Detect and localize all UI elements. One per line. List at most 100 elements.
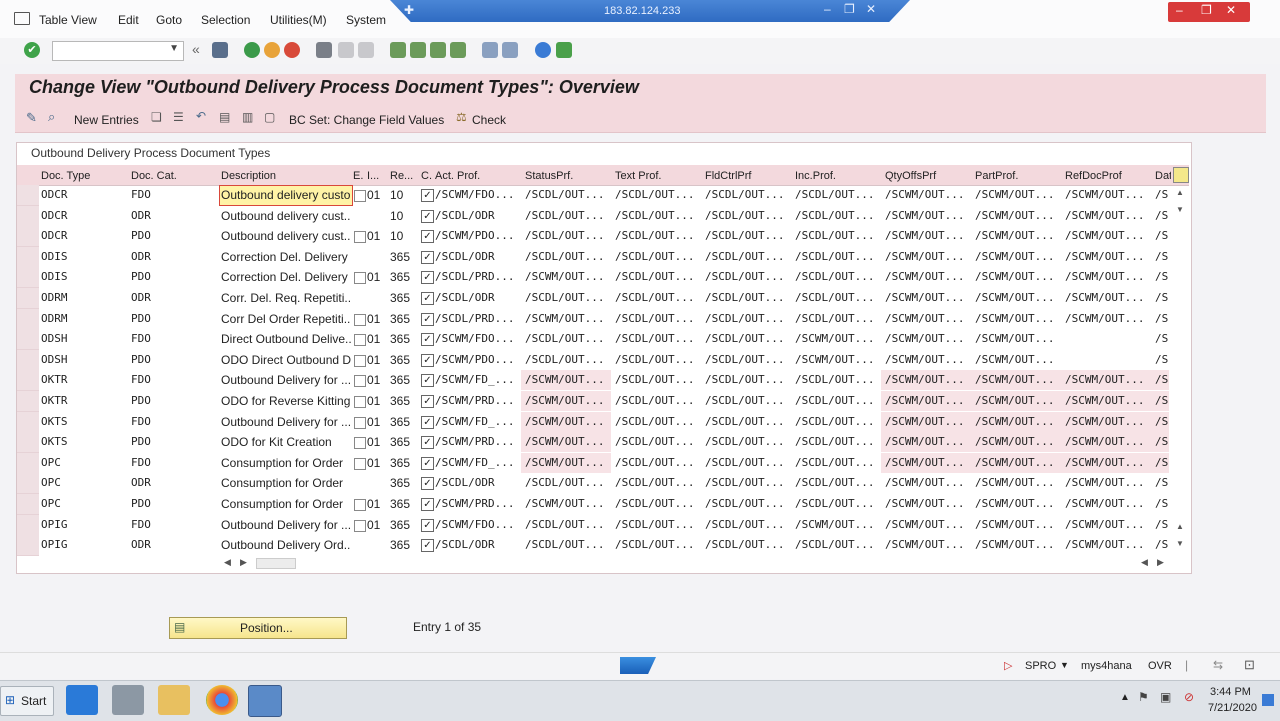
cell-doc-cat[interactable]: PDO bbox=[131, 435, 217, 448]
cell-inc-prof[interactable]: /SCDL/OUT... bbox=[795, 373, 881, 386]
cell-doc-type[interactable]: ODCR bbox=[41, 209, 127, 222]
cell-status-prf[interactable]: /SCWM/OUT... bbox=[525, 497, 611, 510]
scroll-up-icon[interactable]: ▲ bbox=[1176, 188, 1184, 197]
transaction-code[interactable]: SPRO bbox=[1025, 660, 1056, 672]
table-row[interactable]: ODSH PDO ODO Direct Outbound D... 01 365/SCW… bbox=[17, 349, 1172, 371]
column-header-doc-type[interactable]: Doc. Type bbox=[41, 170, 127, 182]
save-icon[interactable] bbox=[212, 42, 228, 58]
cell-text-prof[interactable]: /SCDL/OUT... bbox=[615, 394, 701, 407]
chevron-down-icon[interactable]: ▼ bbox=[169, 43, 179, 54]
powershell-icon[interactable] bbox=[66, 685, 98, 715]
row-selector[interactable] bbox=[17, 226, 39, 248]
cell-status-prf[interactable]: /SCWM/OUT... bbox=[525, 394, 611, 407]
scroll-page-up-icon[interactable]: ▲ bbox=[1176, 522, 1184, 531]
column-header-doc-cat[interactable]: Doc. Cat. bbox=[131, 170, 217, 182]
cell-act-prof[interactable]: /SCWM/PRD... bbox=[435, 394, 521, 407]
cell-fldctrl-prf[interactable]: /SCDL/OUT... bbox=[705, 518, 791, 531]
checkbox-c[interactable]: ✓ bbox=[421, 353, 434, 367]
cell-qtyoffs-prf[interactable]: /SCWM/OUT... bbox=[885, 476, 971, 489]
column-header-status-prf[interactable]: StatusPrf. bbox=[525, 170, 611, 182]
table-row[interactable]: ODSH FDO Direct Outbound Delive... 01 365/SC… bbox=[17, 329, 1172, 351]
window-minimize-icon[interactable]: – bbox=[1176, 3, 1183, 17]
cell-qtyoffs-prf[interactable]: /SCWM/OUT... bbox=[885, 415, 971, 428]
lock-icon[interactable]: ⊡ bbox=[1244, 657, 1255, 673]
cell-refdoc-prof[interactable]: /SCWM/OUT... bbox=[1065, 250, 1151, 263]
cell-refdoc-prof[interactable]: /SCWM/OUT... bbox=[1065, 188, 1151, 201]
cell-qtyoffs-prf[interactable]: /SCWM/OUT... bbox=[885, 229, 971, 242]
table-row[interactable]: OPC ODR Consumption for Order 365/SCDL/ODR /… bbox=[17, 473, 1172, 495]
cell-description[interactable]: Outbound Delivery for ... bbox=[221, 518, 351, 532]
checkbox-c[interactable]: ✓ bbox=[421, 374, 434, 388]
menu-utilities[interactable]: Utilities(M) bbox=[270, 13, 327, 27]
checkbox-c[interactable]: ✓ bbox=[421, 271, 434, 285]
checkbox-e[interactable] bbox=[354, 375, 366, 388]
cell-doc-type[interactable]: OPC bbox=[41, 476, 127, 489]
cell-qtyoffs-prf[interactable]: /SCWM/OUT... bbox=[885, 250, 971, 263]
cell-status-prf[interactable]: /SCDL/OUT... bbox=[525, 332, 611, 345]
cell-re[interactable]: 365 bbox=[390, 394, 418, 408]
checkbox-e[interactable] bbox=[354, 190, 366, 202]
cell-description[interactable]: Outbound Delivery Ord... bbox=[221, 538, 351, 552]
window-close-icon[interactable]: ✕ bbox=[1226, 3, 1236, 17]
cell-description[interactable]: Correction Del. Delivery bbox=[221, 250, 351, 264]
tray-expand-icon[interactable]: ▲ bbox=[1120, 692, 1130, 703]
cell-dat[interactable]: /S bbox=[1155, 188, 1171, 201]
row-selector[interactable] bbox=[17, 288, 39, 309]
cell-inc-prof[interactable]: /SCWM/OUT... bbox=[795, 353, 881, 366]
cell-refdoc-prof[interactable]: /SCWM/OUT... bbox=[1065, 209, 1151, 222]
cell-text-prof[interactable]: /SCDL/OUT... bbox=[615, 538, 701, 551]
find-icon[interactable] bbox=[338, 42, 354, 58]
cell-text-prof[interactable]: /SCDL/OUT... bbox=[615, 270, 701, 283]
cell-doc-cat[interactable]: PDO bbox=[131, 497, 217, 510]
cell-re[interactable]: 365 bbox=[390, 332, 418, 346]
cell-i[interactable]: 01 bbox=[367, 435, 387, 449]
cell-status-prf[interactable]: /SCDL/OUT... bbox=[525, 476, 611, 489]
flag-icon[interactable]: ⚑ bbox=[1138, 690, 1149, 704]
cell-description[interactable]: Direct Outbound Delive... bbox=[221, 332, 351, 346]
cell-fldctrl-prf[interactable]: /SCDL/OUT... bbox=[705, 332, 791, 345]
first-page-icon[interactable] bbox=[390, 42, 406, 58]
cell-doc-cat[interactable]: PDO bbox=[131, 312, 217, 325]
menu-edit[interactable]: Edit bbox=[118, 13, 139, 27]
cell-status-prf[interactable]: /SCDL/OUT... bbox=[525, 353, 611, 366]
cell-description[interactable]: Outbound delivery cust... bbox=[221, 229, 351, 243]
checkbox-c[interactable]: ✓ bbox=[421, 477, 434, 491]
cell-inc-prof[interactable]: /SCDL/OUT... bbox=[795, 394, 881, 407]
checkbox-c[interactable]: ✓ bbox=[421, 395, 434, 408]
back-icon[interactable] bbox=[244, 42, 260, 58]
cell-fldctrl-prf[interactable]: /SCDL/OUT... bbox=[705, 435, 791, 448]
cell-i[interactable]: 01 bbox=[367, 518, 387, 532]
cell-description[interactable]: ODO Direct Outbound D... bbox=[221, 353, 351, 367]
cell-part-prof[interactable]: /SCWM/OUT... bbox=[975, 518, 1061, 531]
cell-dat[interactable]: /S bbox=[1155, 291, 1171, 304]
cell-description[interactable]: Corr Del Order Repetiti... bbox=[221, 312, 351, 326]
cell-re[interactable]: 365 bbox=[390, 373, 418, 387]
cell-i[interactable]: 01 bbox=[367, 373, 387, 387]
cell-re[interactable]: 365 bbox=[390, 476, 418, 490]
cell-doc-type[interactable]: ODCR bbox=[41, 229, 127, 242]
cell-qtyoffs-prf[interactable]: /SCWM/OUT... bbox=[885, 538, 971, 551]
cell-part-prof[interactable]: /SCWM/OUT... bbox=[975, 476, 1061, 489]
checkbox-c[interactable]: ✓ bbox=[421, 312, 434, 326]
row-selector[interactable] bbox=[17, 411, 39, 433]
command-field[interactable]: ▼ bbox=[52, 41, 184, 61]
status-arrow-icon[interactable]: ▷ bbox=[1004, 659, 1012, 672]
cell-qtyoffs-prf[interactable]: /SCWM/OUT... bbox=[885, 312, 971, 325]
cell-doc-type[interactable]: OKTR bbox=[41, 373, 127, 386]
cell-part-prof[interactable]: /SCWM/OUT... bbox=[975, 312, 1061, 325]
shortcut-icon[interactable] bbox=[502, 42, 518, 58]
cell-act-prof[interactable]: /SCDL/PRD... bbox=[435, 270, 521, 283]
table-row[interactable]: ODCR PDO Outbound delivery cust... 01 10/SCW… bbox=[17, 226, 1172, 248]
print-icon[interactable] bbox=[316, 42, 332, 58]
cell-qtyoffs-prf[interactable]: /SCWM/OUT... bbox=[885, 332, 971, 345]
cell-act-prof[interactable]: /SCWM/FD_... bbox=[435, 415, 521, 428]
row-selector[interactable] bbox=[17, 185, 39, 206]
checkbox-e[interactable] bbox=[354, 519, 366, 532]
checkbox-c[interactable]: ✓ bbox=[421, 209, 434, 223]
column-header-act-prof[interactable]: Act. Prof. bbox=[435, 170, 521, 182]
cell-re[interactable]: 365 bbox=[390, 415, 418, 429]
row-selector[interactable] bbox=[17, 452, 39, 474]
column-header-i[interactable]: I... bbox=[367, 170, 387, 182]
cell-description[interactable]: ODO for Reverse Kitting bbox=[221, 394, 351, 408]
cell-doc-type[interactable]: OPC bbox=[41, 497, 127, 510]
